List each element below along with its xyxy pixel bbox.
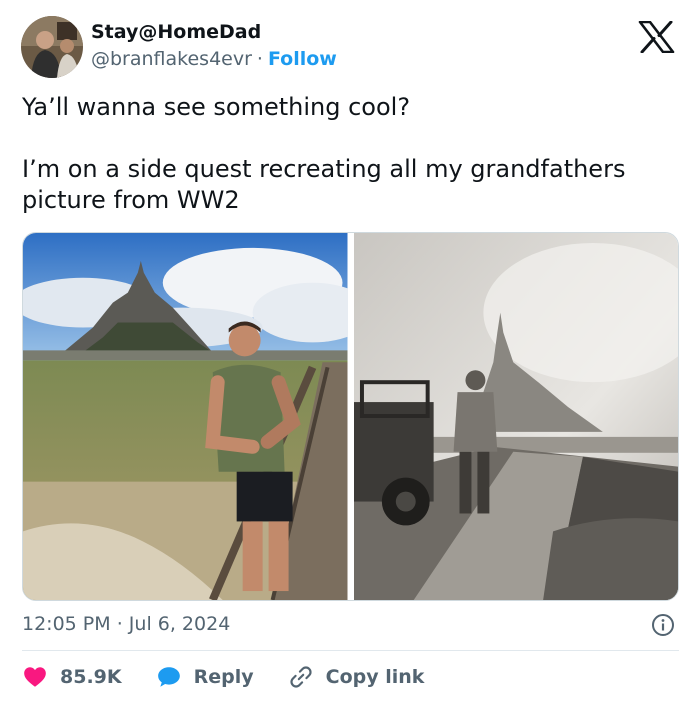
media-grid: [22, 232, 679, 601]
tweet-date: Jul 6, 2024: [128, 613, 231, 635]
divider: [22, 650, 679, 651]
speech-bubble-icon: [157, 667, 180, 687]
tweet-text-line-2: I’m on a side quest recreating all my gr…: [22, 155, 626, 214]
heart-icon: [24, 667, 46, 687]
photo-modern[interactable]: [23, 233, 348, 600]
photo-historic[interactable]: [353, 233, 678, 600]
like-count: 85.9K: [60, 666, 122, 688]
copy-link-label: Copy link: [325, 666, 425, 688]
separator-dot: ·: [256, 48, 263, 70]
avatar-image: [21, 16, 83, 78]
tweet-card: Stay@HomeDad @branflakes4evr · Follow Ya’l…: [0, 0, 700, 704]
author-handle-row: @branflakes4evr · Follow: [91, 48, 337, 70]
x-logo-icon[interactable]: [638, 20, 675, 54]
author-name[interactable]: Stay@HomeDad: [91, 21, 261, 43]
author-handle[interactable]: @branflakes4evr: [91, 48, 252, 70]
timestamp-separator: ·: [116, 613, 123, 635]
reply-label: Reply: [193, 666, 254, 688]
tweet-text: Ya’ll wanna see something cool? I’m on a…: [22, 92, 682, 216]
reply-button[interactable]: Reply: [156, 664, 254, 690]
link-icon: [290, 666, 312, 688]
info-icon[interactable]: [651, 613, 675, 637]
tweet-text-line-1: Ya’ll wanna see something cool?: [22, 93, 411, 121]
tweet-time: 12:05 PM: [22, 613, 111, 635]
avatar[interactable]: [21, 16, 83, 78]
timestamp[interactable]: 12:05 PM · Jul 6, 2024: [22, 613, 230, 635]
follow-button[interactable]: Follow: [268, 48, 337, 70]
action-bar: 85.9K Reply Copy link: [22, 660, 458, 694]
like-button[interactable]: 85.9K: [22, 664, 122, 690]
copy-link-button[interactable]: Copy link: [288, 664, 425, 690]
